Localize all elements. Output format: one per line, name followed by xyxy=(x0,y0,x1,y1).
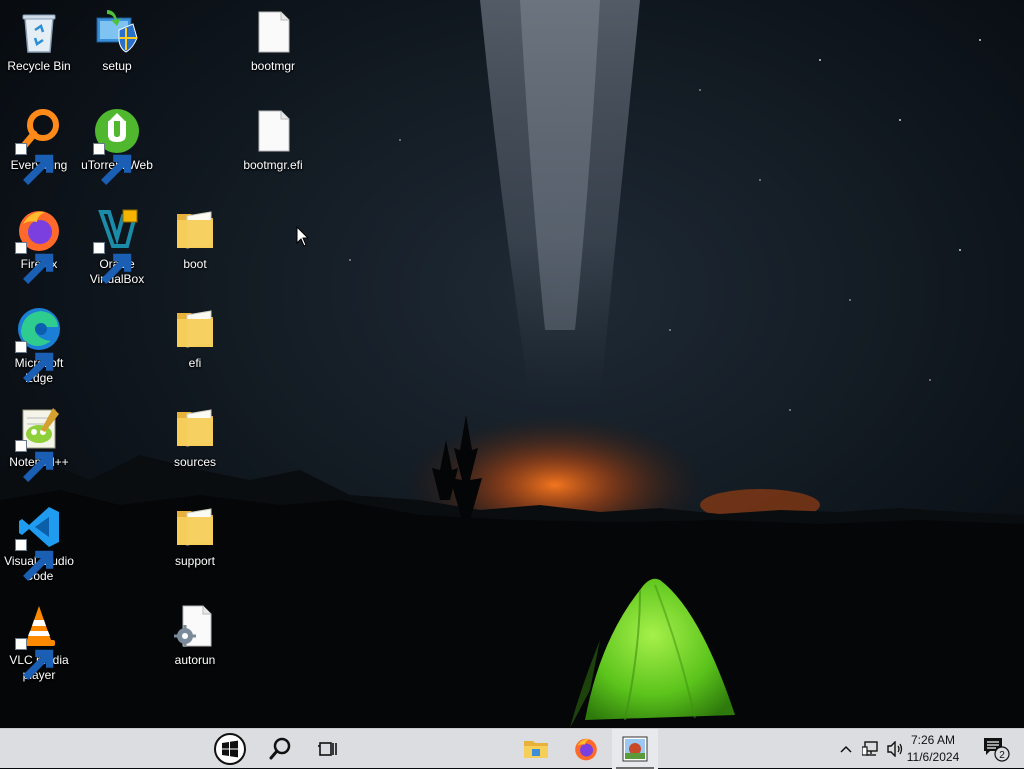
clock-button[interactable]: 7:26 AM 11/6/2024 xyxy=(898,732,968,766)
firefox-icon xyxy=(15,206,63,284)
desktop-icon-support[interactable]: support xyxy=(156,497,234,589)
desktop-icon-bootmgr-efi[interactable]: bootmgr.efi xyxy=(234,101,312,193)
vscode-icon xyxy=(15,503,63,581)
setup-installer-icon xyxy=(93,8,141,56)
shortcut-arrow-icon xyxy=(15,341,54,383)
desktop-icon-bootmgr[interactable]: bootmgr xyxy=(234,2,312,94)
file-icon xyxy=(249,8,297,56)
search-icon xyxy=(269,737,291,760)
recycle-bin-icon xyxy=(15,8,63,56)
notification-count: 2 xyxy=(999,750,1005,761)
desktop-icon-visual-studio-code[interactable]: Visual Studio Code xyxy=(0,497,78,589)
desktop-icon-label: support xyxy=(174,554,216,568)
taskbar-firefox[interactable] xyxy=(562,729,610,769)
network-button[interactable] xyxy=(860,729,882,769)
desktop-icon-boot[interactable]: boot xyxy=(156,200,234,292)
shortcut-arrow-icon xyxy=(15,539,54,581)
chevron-up-icon xyxy=(840,745,852,753)
desktop-icon-notepad-plus-plus[interactable]: Notepad++ xyxy=(0,398,78,490)
desktop-icon-label: autorun xyxy=(174,653,216,667)
desktop-icon-utorrent-web[interactable]: uTorrent Web xyxy=(78,101,156,193)
desktop-icon-efi[interactable]: efi xyxy=(156,299,234,391)
show-hidden-icons-button[interactable] xyxy=(836,729,856,769)
start-button[interactable] xyxy=(208,729,252,769)
folder-icon xyxy=(171,206,219,254)
desktop-icon-vlc-media-player[interactable]: VLC media player xyxy=(0,596,78,688)
shortcut-arrow-icon xyxy=(15,638,54,680)
task-view-button[interactable] xyxy=(306,729,350,769)
desktop-icon-firefox[interactable]: Firefox xyxy=(0,200,78,292)
desktop-icon-label: setup xyxy=(102,59,132,73)
mouse-cursor-icon xyxy=(296,225,310,248)
desktop-icon-recycle-bin[interactable]: Recycle Bin xyxy=(0,2,78,94)
action-center-button[interactable]: 2 xyxy=(978,729,1014,769)
clock-time: 7:26 AM xyxy=(910,733,956,747)
search-button[interactable] xyxy=(258,729,302,769)
firefox-icon xyxy=(575,738,597,761)
notepad-plus-plus-icon xyxy=(15,404,63,482)
notification-icon: 2 xyxy=(984,738,1010,762)
desktop-icon-label: boot xyxy=(183,257,207,271)
desktop-icon-label: bootmgr.efi xyxy=(243,158,303,172)
folder-icon xyxy=(171,404,219,452)
windows-start-icon xyxy=(214,733,246,765)
desktop-icon-setup[interactable]: setup xyxy=(78,2,156,94)
file-explorer-icon xyxy=(524,741,548,758)
taskbar-paint-app[interactable] xyxy=(612,729,658,769)
taskbar-file-explorer[interactable] xyxy=(512,729,560,769)
desktop-icon-microsoft-edge[interactable]: Microsoft Edge xyxy=(0,299,78,391)
desktop-icon-sources[interactable]: sources xyxy=(156,398,234,490)
shortcut-arrow-icon xyxy=(93,242,132,284)
desktop-icon-everything[interactable]: Everything xyxy=(0,101,78,193)
file-icon xyxy=(249,107,297,155)
folder-icon xyxy=(171,305,219,353)
folder-icon xyxy=(171,503,219,551)
desktop-icon-label: efi xyxy=(188,356,202,370)
network-icon xyxy=(862,741,878,756)
desktop-icon-label: Recycle Bin xyxy=(7,59,71,73)
settings-file-icon xyxy=(171,602,219,650)
desktop-icon-autorun[interactable]: autorun xyxy=(156,596,234,688)
microsoft-edge-icon xyxy=(15,305,63,383)
shortcut-arrow-icon xyxy=(93,143,132,185)
paint-app-icon xyxy=(622,736,648,762)
shortcut-arrow-icon xyxy=(15,242,54,284)
utorrent-icon xyxy=(93,107,141,185)
desktop-icon-oracle-virtualbox[interactable]: Oracle VirtualBox xyxy=(78,200,156,292)
vlc-cone-icon xyxy=(15,602,63,680)
desktop-icon-label: sources xyxy=(173,455,217,469)
shortcut-arrow-icon xyxy=(15,440,54,482)
shortcut-arrow-icon xyxy=(15,143,54,185)
task-view-icon xyxy=(318,742,337,756)
virtualbox-icon xyxy=(93,206,141,284)
desktop-icon-label: bootmgr xyxy=(250,59,296,73)
taskbar: 7:26 AM 11/6/2024 2 xyxy=(0,728,1024,769)
clock-date: 11/6/2024 xyxy=(906,750,960,764)
everything-search-icon xyxy=(15,107,63,185)
